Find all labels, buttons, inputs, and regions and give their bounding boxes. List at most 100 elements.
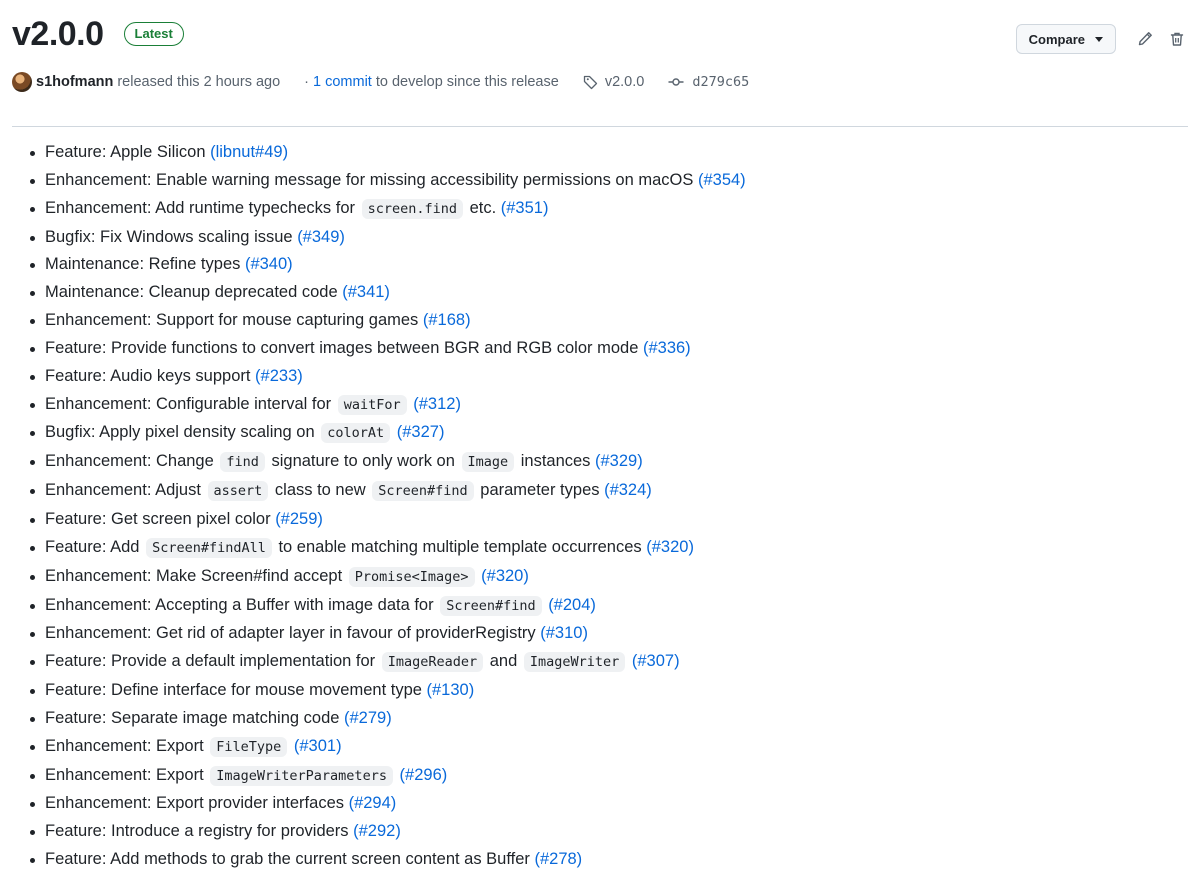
release-note-item: Enhancement: Support for mouse capturing… [30,307,1200,335]
note-text: class to new [270,481,371,500]
edit-release-button[interactable] [1134,28,1156,50]
release-note-item: Feature: Audio keys support (#233) [30,363,1200,391]
release-note-item: Feature: Get screen pixel color (#259) [30,506,1200,534]
issue-link[interactable]: (#320) [481,567,529,585]
release-note-item: Enhancement: Configurable interval for w… [30,391,1200,420]
issue-link[interactable]: (#301) [294,737,342,755]
commits-link[interactable]: 1 commit [313,74,372,90]
inline-code: Promise<Image> [348,566,475,587]
author-link[interactable]: s1hofmann [36,74,113,90]
issue-link[interactable]: (#312) [413,395,461,413]
release-note-item: Feature: Introduce a registry for provid… [30,818,1200,846]
note-text: instances [516,452,596,471]
issue-link[interactable]: (#292) [353,822,401,840]
note-text: Enhancement: Add runtime typechecks for [45,198,360,217]
git-commit-icon [668,78,684,86]
release-actions: Compare [1015,24,1188,54]
inline-code: colorAt [321,423,391,444]
issue-link[interactable]: (#204) [548,596,596,614]
issue-link[interactable]: (#168) [423,311,471,329]
issue-link[interactable]: (#294) [349,794,397,812]
issue-link[interactable]: (#349) [297,228,345,246]
issue-link[interactable]: (#329) [595,452,643,470]
note-text: Feature: Define interface for mouse move… [45,681,427,700]
issue-link[interactable]: (#310) [540,624,588,642]
note-text: Feature: Provide functions to convert im… [45,338,643,357]
tag-icon [583,75,597,90]
issue-link[interactable]: (#341) [342,283,390,301]
released-time: released this 2 hours ago [117,74,281,90]
release-header: v2.0.0 Latest Compare s1hofmann released… [12,0,1188,127]
release-note-item: Bugfix: Fix Windows scaling issue (#349) [30,224,1200,252]
separator-dot: · [304,74,310,90]
issue-link[interactable]: (libnut#49) [210,143,288,161]
release-note-item: Maintenance: Cleanup deprecated code (#3… [30,279,1200,307]
inline-code: Image [461,452,515,473]
caret-down-icon [1095,36,1103,42]
issue-link[interactable]: (#259) [275,510,323,528]
note-text: Feature: Add methods to grab the current… [45,850,535,869]
inline-code: ImageWriter [523,652,626,673]
issue-link[interactable]: (#296) [400,766,448,784]
commit-sha-link[interactable]: d279c65 [668,74,749,90]
note-text: Feature: Audio keys support [45,366,256,385]
release-note-item: Enhancement: Export ImageWriterParameter… [30,762,1200,791]
issue-link[interactable]: (#336) [643,339,691,357]
delete-release-button[interactable] [1166,28,1188,50]
pencil-icon [1138,32,1152,46]
release-note-item: Enhancement: Enable warning message for … [30,167,1200,195]
note-text: Feature: Apple Silicon [45,143,211,161]
inline-code: find [220,452,265,473]
note-text: Bugfix: Apply pixel density scaling on [45,423,320,442]
issue-link[interactable]: (#324) [604,481,652,499]
issue-link[interactable]: (#354) [698,171,746,189]
release-note-item: Maintenance: Refine types (#340) [30,251,1200,279]
note-text: Enhancement: Enable warning message for … [45,170,698,189]
release-meta: s1hofmann released this 2 hours ago · 1 … [12,72,749,92]
release-note-item: Feature: Apple Silicon (libnut#49) [30,139,1200,167]
release-note-item: Feature: Separate image matching code (#… [30,705,1200,733]
title-row: v2.0.0 Latest [12,14,184,54]
release-note-item: Enhancement: Add runtime typechecks for … [30,195,1200,224]
note-text: to enable matching multiple template occ… [273,537,647,556]
note-text: Enhancement: Accepting a Buffer with ima… [45,595,439,614]
inline-code: screen.find [361,198,463,219]
compare-button-label: Compare [1028,31,1085,47]
note-text: Feature: Add [45,537,145,556]
inline-code: assert [207,481,269,502]
note-text: signature to only work on [266,452,460,471]
issue-link[interactable]: (#130) [427,681,475,699]
issue-link[interactable]: (#307) [632,652,680,670]
tag-link[interactable]: v2.0.0 [583,74,645,90]
issue-link[interactable]: (#278) [534,850,582,868]
note-text: Maintenance: Cleanup deprecated code [45,283,343,302]
commit-sha: d279c65 [692,74,750,90]
release-note-item: Enhancement: Get rid of adapter layer in… [30,620,1200,648]
issue-link[interactable]: (#351) [501,199,549,217]
issue-link[interactable]: (#233) [255,367,303,385]
note-text: Enhancement: Support for mouse capturing… [45,311,423,330]
note-text: Enhancement: Adjust [45,481,206,500]
tag-label: v2.0.0 [604,74,645,90]
inline-code: ImageReader [381,652,484,673]
note-text: Feature: Get screen pixel color [45,509,276,528]
release-note-item: Enhancement: Accepting a Buffer with ima… [30,592,1200,621]
commits-since-text: to develop since this release [375,74,559,90]
note-text: Feature: Provide a default implementatio… [45,652,380,671]
compare-button[interactable]: Compare [1015,24,1116,54]
inline-code: Screen#find [372,481,474,502]
avatar[interactable] [12,72,32,92]
release-note-item: Enhancement: Make Screen#find accept Pro… [30,563,1200,592]
issue-link[interactable]: (#327) [397,423,445,441]
inline-code: Screen#find [440,595,542,616]
release-title[interactable]: v2.0.0 [12,14,104,54]
issue-link[interactable]: (#320) [646,538,694,556]
note-text: Enhancement: Export provider interfaces [45,794,349,813]
note-text: Enhancement: Configurable interval for [45,394,336,413]
note-text: Enhancement: Make Screen#find accept [45,566,347,585]
issue-link[interactable]: (#340) [245,255,293,273]
issue-link[interactable]: (#279) [344,709,392,727]
release-note-item: Enhancement: Export FileType (#301) [30,733,1200,762]
note-text: Feature: Introduce a registry for provid… [45,822,354,841]
note-text: Bugfix: Fix Windows scaling issue [45,227,298,246]
